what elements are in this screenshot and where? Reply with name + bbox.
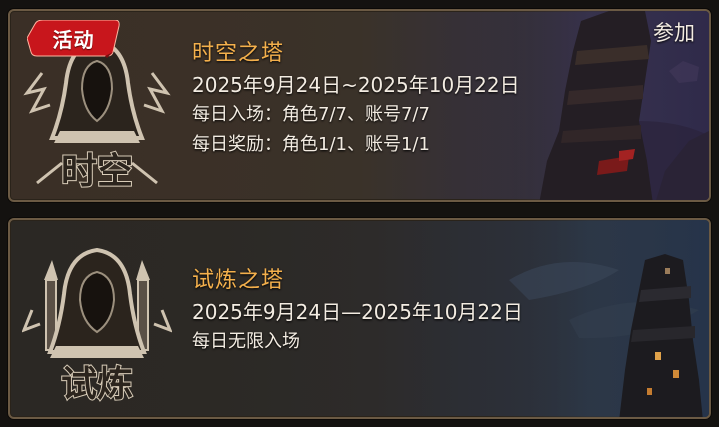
event-dates: 2025年9月24日~2025年10月22日 <box>192 73 520 97</box>
event-info: 时空之塔 2025年9月24日~2025年10月22日 每日入场：角色7/7、账… <box>192 38 520 160</box>
daily-entry: 每日入场：角色7/7、账号7/7 <box>192 104 430 125</box>
trial-emblem-icon: 试炼 <box>22 247 172 406</box>
event-list: 活动 参加 时空 时空之塔 2025年9月24日~2025年10月22日 每日入… <box>0 0 719 427</box>
event-title: 试炼之塔 <box>192 268 285 293</box>
daily-reward: 每日奖励：角色1/1、账号1/1 <box>192 134 430 155</box>
event-dates: 2025年9月24日—2025年10月22日 <box>192 300 523 324</box>
event-title: 时空之塔 <box>192 41 285 66</box>
badge-label: 活动 <box>52 27 95 52</box>
event-card-trial-tower[interactable]: 试炼 试炼之塔 2025年9月24日—2025年10月22日 每日无限入场 <box>8 218 711 419</box>
emblem-label: 试炼 <box>61 364 133 405</box>
emblem-label: 时空 <box>61 151 133 192</box>
event-info: 试炼之塔 2025年9月24日—2025年10月22日 每日无限入场 <box>192 265 523 357</box>
daily-entry: 每日无限入场 <box>192 331 300 352</box>
event-badge: 活动 <box>27 20 120 58</box>
join-button[interactable]: 参加 <box>653 17 695 47</box>
event-card-time-tower[interactable]: 活动 参加 时空 时空之塔 2025年9月24日~2025年10月22日 每日入… <box>8 9 711 202</box>
